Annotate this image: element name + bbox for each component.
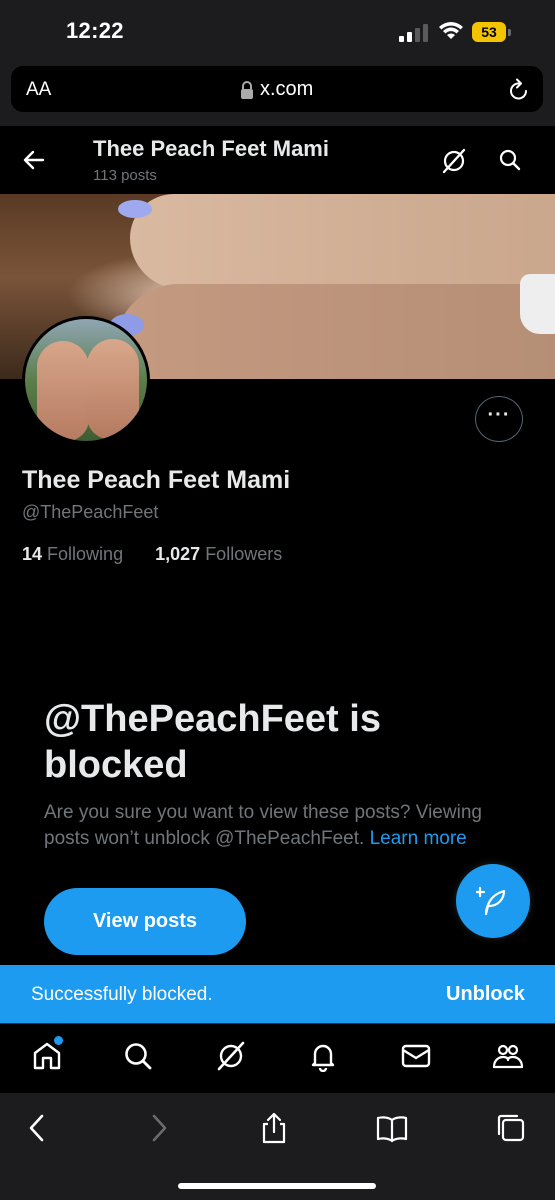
wifi-icon [439, 22, 463, 39]
battery-level: 53 [472, 22, 506, 42]
followers-count: 1,027 [155, 544, 201, 564]
followers-label: Followers [205, 544, 283, 564]
avatar[interactable] [22, 316, 150, 444]
follow-stats: 14 Following 1,027 Followers [22, 544, 282, 565]
more-icon: ··· [487, 403, 511, 426]
header-title: Thee Peach Feet Mami [93, 136, 329, 161]
grok-icon[interactable] [215, 1040, 247, 1072]
following-count: 14 [22, 544, 43, 564]
tabs-icon[interactable] [495, 1112, 527, 1144]
back-arrow-icon[interactable] [22, 1112, 54, 1144]
lock-icon [241, 80, 253, 99]
home-indicator [178, 1183, 376, 1189]
forward-arrow-icon[interactable] [142, 1112, 174, 1144]
notifications-icon[interactable] [307, 1040, 339, 1072]
learn-more-link[interactable]: Learn more [370, 828, 467, 849]
toast-message: Successfully blocked. [31, 984, 213, 1005]
messages-icon[interactable] [400, 1040, 432, 1072]
posts-count: 113 posts [93, 167, 157, 184]
blocked-description: Are you sure you want to view these post… [44, 800, 514, 852]
followers-link[interactable]: 1,027 Followers [155, 544, 282, 564]
bottom-navigation [0, 1023, 555, 1093]
more-options-button[interactable]: ··· [475, 396, 523, 442]
search-icon[interactable] [122, 1040, 154, 1072]
compose-feather-icon [476, 886, 506, 916]
view-posts-button[interactable]: View posts [44, 888, 246, 955]
home-notification-dot [54, 1036, 63, 1045]
following-link[interactable]: 14 Following [22, 544, 123, 564]
communities-icon[interactable] [492, 1040, 524, 1072]
bookmarks-icon[interactable] [376, 1112, 408, 1144]
url-display[interactable]: x.com [240, 78, 313, 101]
back-arrow-icon[interactable] [22, 148, 46, 172]
display-name: Thee Peach Feet Mami [22, 466, 291, 494]
text-size-button[interactable]: AA [26, 79, 51, 101]
url-text: x.com [260, 78, 314, 100]
cellular-signal-icon [399, 24, 428, 42]
grok-icon[interactable] [440, 147, 468, 175]
blocked-title: @ThePeachFeet is blocked [44, 698, 381, 786]
reload-icon[interactable] [508, 78, 530, 102]
search-icon[interactable] [498, 148, 522, 172]
compose-button[interactable] [456, 864, 530, 938]
handle: @ThePeachFeet [22, 502, 159, 522]
unblock-button[interactable]: Unblock [446, 983, 525, 1006]
battery-icon: 53 [472, 22, 512, 42]
share-icon[interactable] [258, 1112, 290, 1144]
following-label: Following [47, 544, 124, 564]
status-time: 12:22 [66, 18, 124, 43]
